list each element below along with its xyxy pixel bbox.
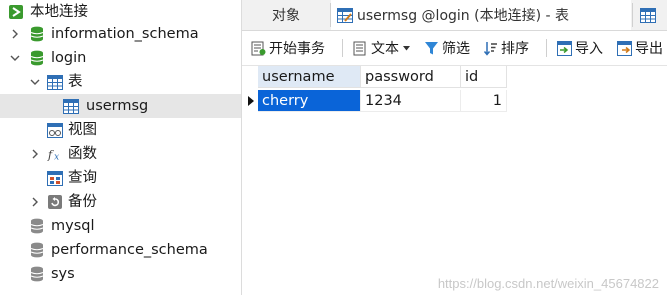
tables-label: 表 [68,74,83,90]
tree-backups-folder[interactable]: 备份 [0,190,241,214]
database-icon [29,266,45,282]
tree-connection[interactable]: 本地连接 [0,0,241,24]
chevron-right-icon[interactable] [30,149,40,159]
tab-next[interactable] [640,0,656,30]
data-toolbar: 开始事务 文本 筛选 排序 导入 导出 [242,31,667,66]
tree-tables-folder[interactable]: 表 [0,70,241,94]
tree-db-login[interactable]: login [0,46,241,70]
table-icon [640,7,656,23]
database-icon [29,242,45,258]
column-header-label: id [465,69,479,85]
column-header-label: password [365,69,434,85]
tab-objects[interactable]: 对象 [272,0,300,30]
tab-usermsg[interactable]: usermsg @login (本地连接) - 表 [331,0,631,30]
svg-text:x: x [54,152,59,162]
db-label: login [51,50,87,66]
tree-db-sys[interactable]: sys [0,262,241,286]
db-label: mysql [51,218,95,234]
backups-label: 备份 [68,194,97,210]
filter-label: 筛选 [442,41,470,57]
tree-functions-folder[interactable]: fx 函数 [0,142,241,166]
connection-icon [8,4,24,20]
svg-text:f: f [47,147,54,161]
query-icon [47,170,63,186]
begin-transaction-label: 开始事务 [269,41,325,57]
table-edit-icon [337,7,353,23]
column-header-username[interactable]: username [258,66,361,88]
view-icon [47,122,63,138]
functions-label: 函数 [68,146,97,162]
import-icon [556,40,572,56]
table-cell-password[interactable]: 1234 [361,90,461,112]
tree-table-usermsg[interactable]: usermsg [0,94,241,118]
export-icon [616,40,632,56]
filter-button[interactable]: 筛选 [423,31,470,65]
current-row-indicator-icon [248,90,256,112]
import-label: 导入 [575,41,603,57]
text-icon [352,40,368,56]
data-grid: username password id cherry 1234 1 [242,66,667,295]
cell-value: cherry [262,93,309,109]
connection-label: 本地连接 [30,4,88,20]
views-label: 视图 [68,122,97,138]
tab-objects-label: 对象 [272,8,300,24]
backup-icon [47,194,63,210]
sort-icon [482,40,498,56]
watermark-text: https://blog.csdn.net/weixin_45674822 [437,276,659,291]
caret-down-icon [403,45,410,51]
tree-db-mysql[interactable]: mysql [0,214,241,238]
toolbar-divider [342,39,343,57]
toolbar-divider [546,39,547,57]
tab-bar: 对象 usermsg @login (本地连接) - 表 [242,0,667,31]
transaction-icon [250,40,266,56]
database-icon [29,218,45,234]
tree-views-folder[interactable]: 视图 [0,118,241,142]
table-icon [47,74,63,90]
column-header-id[interactable]: id [461,66,507,88]
column-header-password[interactable]: password [361,66,461,88]
table-icon [63,98,79,114]
tree-db-performance-schema[interactable]: performance_schema [0,238,241,262]
db-label: information_schema [51,26,199,42]
cell-value: 1234 [365,93,402,109]
database-icon [29,50,45,66]
tree-queries-folder[interactable]: 查询 [0,166,241,190]
db-label: performance_schema [51,242,208,258]
table-item-label: usermsg [86,98,149,114]
text-button[interactable]: 文本 [352,31,410,65]
table-cell-id[interactable]: 1 [461,90,507,112]
database-icon [29,26,45,42]
navicat-window: 本地连接 information_schema login 表 usermsg … [0,0,667,295]
tab-divider [632,3,633,27]
cell-value: 1 [492,93,502,109]
export-label: 导出 [635,41,663,57]
import-button[interactable]: 导入 [556,31,603,65]
queries-label: 查询 [68,170,97,186]
export-button[interactable]: 导出 [616,31,663,65]
column-header-label: username [262,69,335,85]
begin-transaction-button[interactable]: 开始事务 [250,31,325,65]
db-label: sys [51,266,75,282]
function-icon: fx [47,146,63,162]
text-label: 文本 [371,41,399,57]
chevron-right-icon[interactable] [10,29,20,39]
sort-button[interactable]: 排序 [482,31,529,65]
tree-db-information-schema[interactable]: information_schema [0,22,241,46]
tab-usermsg-label: usermsg @login (本地连接) - 表 [357,8,569,24]
table-cell-username[interactable]: cherry [258,90,361,112]
chevron-down-icon[interactable] [30,77,40,87]
sort-label: 排序 [501,41,529,57]
object-tree: 本地连接 information_schema login 表 usermsg … [0,0,242,295]
chevron-right-icon[interactable] [30,197,40,207]
chevron-down-icon[interactable] [10,53,20,63]
filter-icon [423,40,439,56]
